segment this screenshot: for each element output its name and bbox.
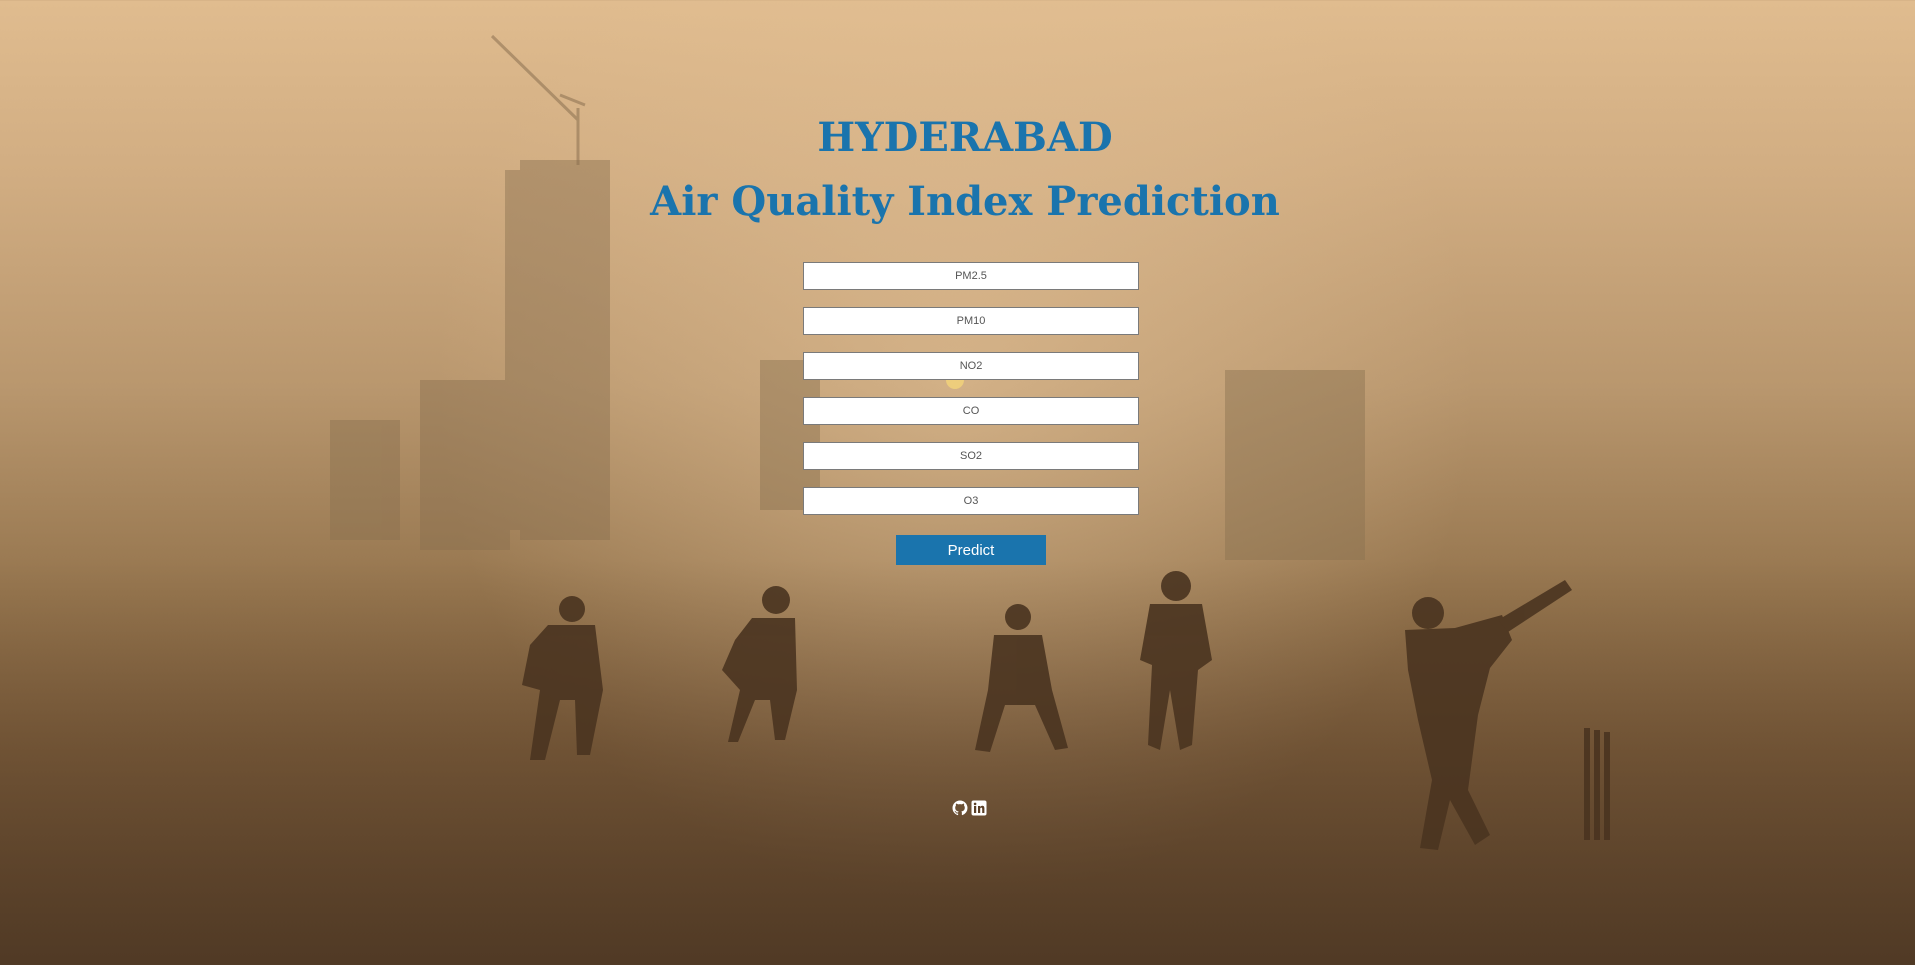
predict-button[interactable]: Predict bbox=[896, 535, 1046, 565]
page-title: Air Quality Index Prediction bbox=[650, 178, 1280, 225]
github-icon[interactable] bbox=[952, 800, 968, 816]
o3-input[interactable] bbox=[803, 487, 1139, 515]
pm10-input[interactable] bbox=[803, 307, 1139, 335]
co-input[interactable] bbox=[803, 397, 1139, 425]
no2-input[interactable] bbox=[803, 352, 1139, 380]
so2-input[interactable] bbox=[803, 442, 1139, 470]
city-title: HYDERABAD bbox=[817, 114, 1113, 161]
linkedin-icon[interactable] bbox=[971, 800, 987, 816]
social-links bbox=[952, 800, 987, 816]
pm25-input[interactable] bbox=[803, 262, 1139, 290]
